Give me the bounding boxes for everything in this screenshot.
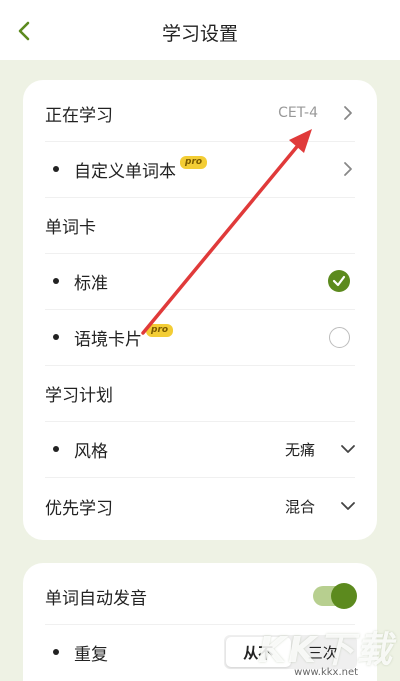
current-study-value: CET-4 bbox=[278, 105, 318, 121]
bullet bbox=[53, 334, 59, 340]
priority-value: 混合 bbox=[284, 497, 315, 516]
bullet bbox=[53, 166, 59, 172]
chevron-down-icon bbox=[341, 502, 355, 510]
style-row[interactable]: 风格 无痛 bbox=[23, 421, 377, 477]
current-study-label: 正在学习 bbox=[45, 105, 113, 126]
watermark: KK下载 www.kkx.net bbox=[258, 621, 394, 678]
checked-radio-icon[interactable] bbox=[328, 270, 350, 292]
standard-label: 标准 bbox=[74, 273, 108, 294]
style-label: 风格 bbox=[74, 441, 108, 462]
top-bar: 学习设置 bbox=[0, 0, 400, 60]
bullet bbox=[53, 446, 59, 452]
chevron-right-icon bbox=[344, 162, 352, 176]
word-card-section-label: 单词卡 bbox=[45, 217, 96, 238]
chevron-down-icon bbox=[341, 445, 355, 453]
chevron-right-icon bbox=[344, 106, 352, 120]
auto-pronounce-row: 单词自动发音 bbox=[23, 568, 377, 624]
auto-pronounce-label: 单词自动发音 bbox=[45, 588, 147, 609]
pro-badge: pro bbox=[146, 323, 174, 337]
priority-label: 优先学习 bbox=[45, 498, 113, 519]
auto-pronounce-toggle[interactable] bbox=[313, 583, 357, 609]
pro-badge: pro bbox=[180, 155, 208, 169]
watermark-logo: KK下载 bbox=[258, 630, 394, 671]
study-plan-section-row: 学习计划 bbox=[23, 365, 377, 421]
study-plan-section-label: 学习计划 bbox=[45, 385, 113, 406]
bullet bbox=[53, 649, 59, 655]
context-card-option-row[interactable]: 语境卡片 pro bbox=[23, 309, 377, 365]
bullet bbox=[53, 278, 59, 284]
custom-wordbook-label: 自定义单词本 bbox=[74, 161, 176, 182]
word-card-section-row: 单词卡 bbox=[23, 197, 377, 253]
standard-option-row[interactable]: 标准 bbox=[23, 253, 377, 309]
current-study-row[interactable]: 正在学习 CET-4 bbox=[23, 85, 377, 141]
priority-row[interactable]: 优先学习 混合 bbox=[23, 478, 377, 534]
unchecked-radio-icon[interactable] bbox=[329, 326, 350, 348]
custom-wordbook-row[interactable]: 自定义单词本 pro bbox=[23, 141, 377, 197]
toggle-knob bbox=[331, 583, 357, 609]
repeat-label: 重复 bbox=[74, 644, 108, 665]
context-card-label: 语境卡片 bbox=[74, 329, 142, 350]
style-value: 无痛 bbox=[284, 440, 315, 459]
page-title: 学习设置 bbox=[161, 23, 238, 45]
study-settings-card: 正在学习 CET-4 自定义单词本 pro 单词卡 标准 语境卡片 pro 学习计划… bbox=[23, 80, 377, 540]
